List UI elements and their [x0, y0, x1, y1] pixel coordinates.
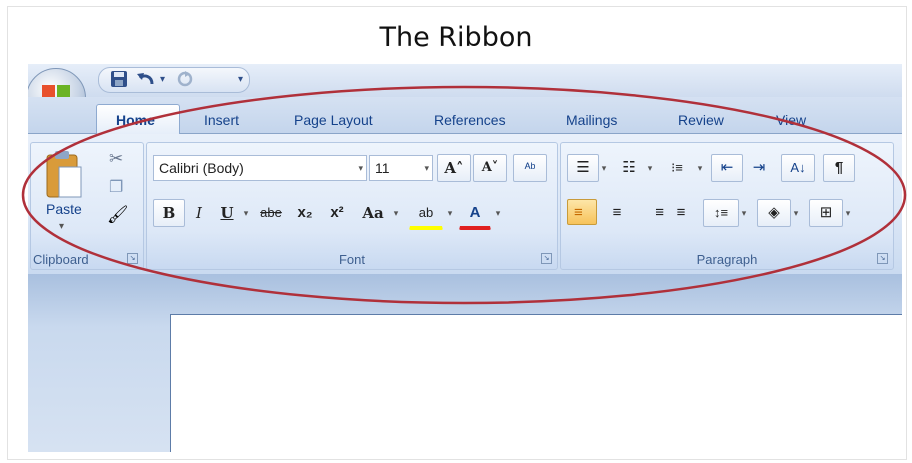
- tab-references[interactable]: References: [434, 112, 506, 128]
- font-name-dropdown-icon[interactable]: ▾: [358, 156, 363, 180]
- document-page[interactable]: [170, 314, 902, 452]
- bullets-button[interactable]: ☰: [567, 154, 599, 182]
- tab-review[interactable]: Review: [678, 112, 724, 128]
- subscript-button[interactable]: x₂: [289, 199, 321, 227]
- clear-formatting-button[interactable]: ᴬᵇ: [513, 154, 547, 182]
- undo-dropdown-icon[interactable]: ▾: [160, 74, 165, 94]
- font-size-dropdown-icon[interactable]: ▾: [424, 156, 429, 180]
- font-name-combobox[interactable]: Calibri (Body) ▾: [153, 155, 367, 181]
- font-size-combobox[interactable]: 11 ▾: [369, 155, 433, 181]
- paste-dropdown-icon[interactable]: ▾: [59, 221, 64, 232]
- underline-dropdown-icon[interactable]: ▾: [239, 199, 253, 227]
- font-color-button[interactable]: A: [459, 199, 491, 230]
- align-right-button[interactable]: ≡: [633, 199, 665, 227]
- paragraph-group: ☰ ▾ ☷ ▾ ⁝≡ ▾ ⇤ ⇥ A↓ ¶ ≡ ≡ ≡ ≡ ↕≡ ▾ ◈ ▾ ⊞…: [560, 142, 894, 270]
- font-launcher-icon[interactable]: ↘: [541, 253, 552, 264]
- shading-button[interactable]: ◈: [757, 199, 791, 227]
- paste-button[interactable]: Paste: [46, 201, 82, 217]
- change-case-dropdown-icon[interactable]: ▾: [389, 199, 403, 227]
- paragraph-launcher-icon[interactable]: ↘: [877, 253, 888, 264]
- highlight-button[interactable]: ab: [409, 199, 443, 230]
- tab-view[interactable]: View: [776, 112, 806, 128]
- change-case-button[interactable]: Aa: [355, 199, 391, 227]
- tab-insert[interactable]: Insert: [204, 112, 239, 128]
- bullets-dropdown-icon[interactable]: ▾: [597, 154, 611, 182]
- clipboard-launcher-icon[interactable]: ↘: [127, 253, 138, 264]
- shrink-font-button[interactable]: A˅: [473, 154, 507, 182]
- strikethrough-button[interactable]: abe: [253, 199, 289, 227]
- borders-button[interactable]: ⊞: [809, 199, 843, 227]
- font-name-value: Calibri (Body): [159, 160, 244, 176]
- decrease-indent-button[interactable]: ⇤: [711, 154, 743, 182]
- justify-button[interactable]: ≡: [665, 199, 697, 227]
- borders-dropdown-icon[interactable]: ▾: [841, 199, 855, 227]
- line-spacing-button[interactable]: ↕≡: [703, 199, 739, 227]
- center-button[interactable]: ≡: [601, 199, 633, 227]
- paragraph-group-label: Paragraph: [696, 252, 758, 267]
- line-spacing-dropdown-icon[interactable]: ▾: [737, 199, 751, 227]
- font-group-label: Font: [338, 252, 365, 267]
- font-group: Calibri (Body) ▾ 11 ▾ A˄ A˅ ᴬᵇ B I U ▾ a…: [146, 142, 558, 270]
- multilevel-list-button[interactable]: ⁝≡: [659, 154, 695, 182]
- cut-icon[interactable]: ✂: [109, 149, 123, 169]
- numbering-button[interactable]: ☷: [613, 154, 645, 182]
- align-left-button[interactable]: ≡: [567, 199, 597, 225]
- tab-home[interactable]: Home: [116, 112, 155, 128]
- save-icon[interactable]: [110, 70, 128, 90]
- font-color-dropdown-icon[interactable]: ▾: [491, 199, 505, 227]
- undo-icon[interactable]: [136, 70, 156, 90]
- format-painter-icon[interactable]: 🖌: [107, 205, 129, 225]
- highlight-dropdown-icon[interactable]: ▾: [443, 199, 457, 227]
- redo-icon[interactable]: [176, 70, 194, 90]
- copy-icon[interactable]: ❐: [109, 177, 123, 197]
- word-window: ▾ ▾ Home Insert Page Layout References M…: [28, 64, 902, 452]
- clipboard-group: Paste ▾ ✂ ❐ 🖌 Clipboard ↘: [30, 142, 144, 270]
- show-formatting-marks-button[interactable]: ¶: [823, 154, 855, 182]
- customize-qat-icon[interactable]: ▾: [238, 74, 243, 94]
- italic-button[interactable]: I: [185, 199, 213, 227]
- paste-icon[interactable]: [41, 149, 85, 209]
- superscript-button[interactable]: x²: [321, 199, 353, 227]
- figure-title: The Ribbon: [379, 22, 533, 53]
- tab-page-layout[interactable]: Page Layout: [294, 112, 373, 128]
- underline-button[interactable]: U: [213, 199, 241, 227]
- tab-mailings[interactable]: Mailings: [566, 112, 617, 128]
- shading-dropdown-icon[interactable]: ▾: [789, 199, 803, 227]
- numbering-dropdown-icon[interactable]: ▾: [643, 154, 657, 182]
- grow-font-button[interactable]: A˄: [437, 154, 471, 182]
- increase-indent-button[interactable]: ⇥: [743, 154, 775, 182]
- multilevel-dropdown-icon[interactable]: ▾: [693, 154, 707, 182]
- sort-button[interactable]: A↓: [781, 154, 815, 182]
- font-size-value: 11: [375, 160, 390, 176]
- bold-button[interactable]: B: [153, 199, 185, 227]
